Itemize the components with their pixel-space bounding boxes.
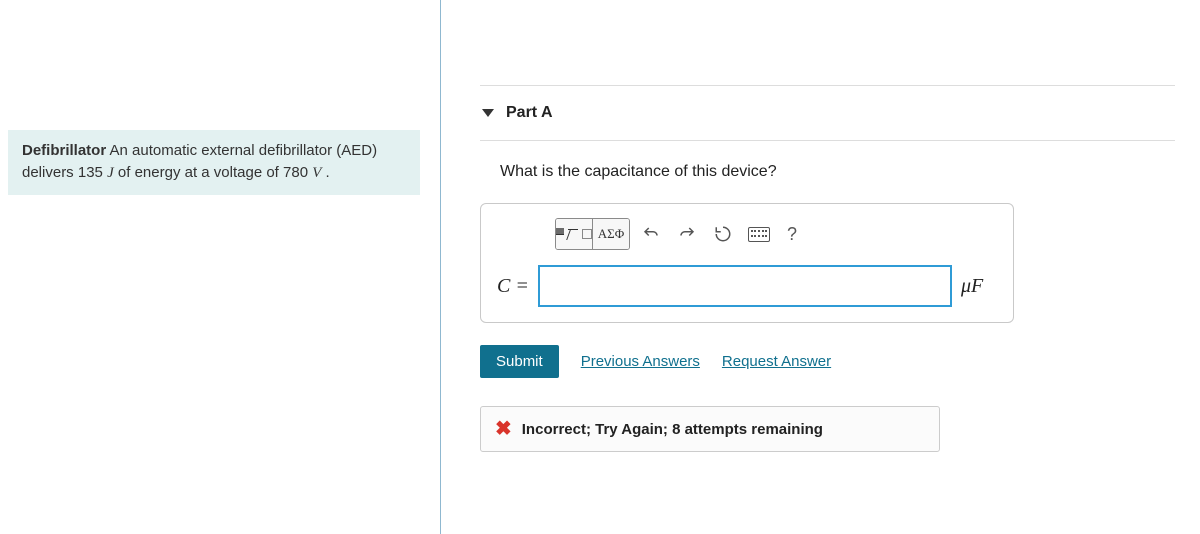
answer-panel: ΑΣΦ ? — [480, 203, 1014, 323]
keyboard-icon — [748, 227, 770, 242]
submit-button[interactable]: Submit — [480, 345, 559, 378]
answer-lhs: C = — [497, 275, 529, 298]
problem-title: Defibrillator — [22, 142, 106, 159]
part-label: Part A — [506, 104, 553, 122]
keyboard-button[interactable] — [744, 219, 774, 249]
previous-answers-link[interactable]: Previous Answers — [581, 353, 700, 370]
equation-toolbar: ΑΣΦ ? — [555, 218, 997, 250]
greek-symbols-button[interactable]: ΑΣΦ — [593, 219, 629, 249]
feedback-box: ✖ Incorrect; Try Again; 8 attempts remai… — [480, 406, 940, 452]
answer-input[interactable] — [539, 266, 951, 306]
math-template-button[interactable] — [556, 219, 593, 249]
column-divider — [440, 0, 441, 534]
part-header[interactable]: Part A — [480, 86, 1175, 141]
help-button[interactable]: ? — [780, 224, 804, 245]
request-answer-link[interactable]: Request Answer — [722, 353, 831, 370]
problem-statement: Defibrillator An automatic external defi… — [8, 130, 420, 195]
feedback-text: Incorrect; Try Again; 8 attempts remaini… — [522, 421, 823, 438]
chevron-down-icon — [482, 109, 494, 117]
incorrect-x-icon: ✖ — [495, 419, 512, 439]
question-text: What is the capacitance of this device? — [500, 163, 1175, 181]
answer-unit: μF — [961, 275, 997, 298]
reset-button[interactable] — [708, 219, 738, 249]
undo-button[interactable] — [636, 219, 666, 249]
redo-button[interactable] — [672, 219, 702, 249]
